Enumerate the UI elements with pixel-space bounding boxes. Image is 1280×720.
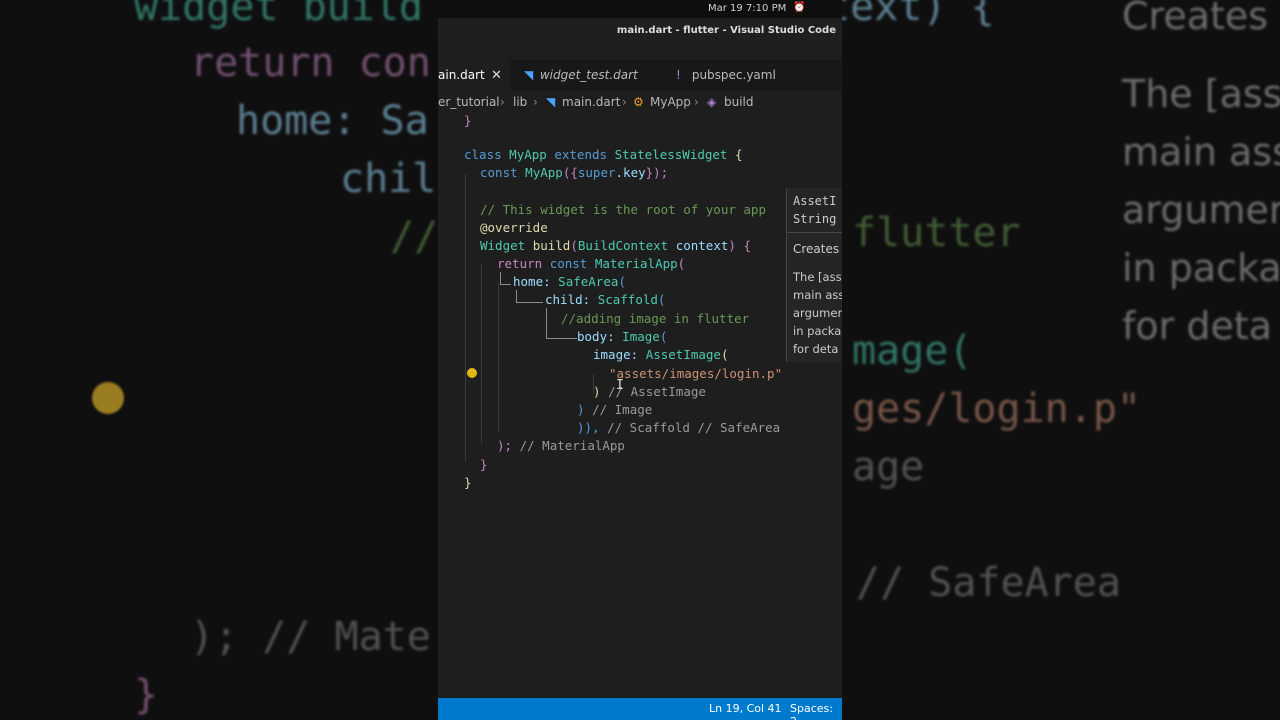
background-left-zoom: widget build return con home: Sa chil //…: [0, 0, 438, 720]
indentation-setting[interactable]: Spaces: 2: [790, 702, 842, 720]
bg-text: age: [852, 444, 925, 490]
hover-tooltip: AssetI String Creates The [ass main ass …: [786, 188, 842, 362]
alarm-icon: ⏰: [793, 2, 806, 13]
tab-pubspec[interactable]: ! pubspec.yaml: [676, 60, 776, 91]
breadcrumb-item[interactable]: build: [724, 95, 754, 109]
code-line: return const MaterialApp(: [497, 256, 686, 271]
code-line: }: [464, 113, 472, 128]
code-line: // This widget is the root of your app: [480, 202, 766, 217]
bg-text: in packa: [1122, 246, 1280, 290]
window-title: main.dart - flutter - Visual Studio Code: [616, 25, 836, 36]
chevron-right-icon: ›: [622, 95, 627, 109]
code-line: body: Image(: [577, 329, 668, 344]
bracket-tree-line: [500, 272, 511, 285]
bg-text: widget build: [134, 0, 423, 30]
tab-label: widget_test.dart: [539, 68, 638, 82]
code-line: child: Scaffold(: [545, 292, 666, 307]
code-line: }: [480, 457, 488, 472]
tab-label: pubspec.yaml: [691, 68, 776, 82]
bg-text: argumer: [1122, 188, 1280, 232]
flutter-icon: ◥: [546, 95, 556, 109]
bg-text: Creates: [1122, 0, 1269, 38]
code-line: @override: [480, 220, 548, 235]
breadcrumb-item[interactable]: lib: [513, 95, 527, 109]
bg-text: mage(: [852, 328, 973, 374]
lightbulb-icon[interactable]: [467, 368, 477, 378]
code-line: )), // Scaffold // SafeArea: [577, 420, 781, 435]
indent-guide: [498, 282, 499, 432]
breadcrumb-item[interactable]: MyApp: [650, 95, 691, 109]
flutter-icon: ◥: [524, 68, 534, 82]
bg-text: ); // Mate: [190, 614, 431, 660]
device-status-bar: Mar 19 7:10 PM ⏰: [438, 0, 842, 18]
class-icon: ⚙: [633, 95, 644, 109]
bg-text: home: Sa: [236, 98, 429, 144]
background-right-zoom: ntext) { Creates The [ass main ass argum…: [842, 0, 1280, 720]
code-line: ); // MaterialApp: [497, 438, 625, 453]
vscode-window: Mar 19 7:10 PM ⏰ main.dart - flutter - V…: [438, 0, 842, 720]
indent-guide: [481, 264, 482, 444]
exclamation-icon: !: [676, 68, 681, 82]
tooltip-signature: AssetI: [793, 194, 837, 208]
bg-text: }: [134, 672, 159, 718]
bg-text: ntext) {: [842, 0, 995, 30]
bg-text: chil: [340, 156, 437, 202]
chevron-right-icon: ›: [533, 95, 538, 109]
breadcrumb-item[interactable]: er_tutorial: [438, 95, 500, 109]
breadcrumb-item[interactable]: main.dart: [562, 95, 620, 109]
bg-text: // SafeArea: [856, 560, 1121, 606]
tooltip-signature: String: [793, 212, 837, 226]
tab-main-dart[interactable]: ain.dart ✕: [438, 60, 510, 91]
code-line: ) // Image: [577, 402, 653, 417]
tooltip-description: Creates: [793, 242, 840, 256]
tab-widget-test[interactable]: ◥ widget_test.dart: [524, 60, 638, 91]
code-editor[interactable]: } class MyApp extends StatelessWidget { …: [438, 112, 842, 700]
code-line: const MyApp({super.key});: [480, 165, 669, 180]
editor-tabs: ain.dart ✕ ◥ widget_test.dart ! pubspec.…: [438, 60, 842, 91]
divider: [787, 232, 842, 233]
editor-status-bar: Ln 19, Col 41 Spaces: 2: [438, 698, 842, 720]
cursor-position[interactable]: Ln 19, Col 41: [709, 702, 782, 715]
code-line: "assets/images/login.p": [609, 366, 783, 381]
indent-guide: [465, 174, 466, 462]
bg-text: main ass: [1122, 130, 1280, 174]
code-line: image: AssetImage(: [593, 347, 729, 362]
chevron-right-icon: ›: [500, 95, 505, 109]
code-line: //adding image in flutter: [561, 311, 750, 326]
code-line: Widget build(BuildContext context) {: [480, 238, 751, 253]
close-icon[interactable]: ✕: [491, 60, 502, 91]
tooltip-body: The [ass main ass argumen in packa for d…: [793, 270, 842, 356]
text-cursor-icon: I: [616, 378, 624, 393]
title-bar: main.dart - flutter - Visual Studio Code: [438, 18, 842, 44]
breadcrumb: er_tutorial › lib › ◥ main.dart › ⚙ MyAp…: [438, 94, 842, 112]
code-line: class MyApp extends StatelessWidget {: [464, 147, 743, 162]
code-line: ) // AssetImage: [593, 384, 706, 399]
bg-text: for deta: [1122, 304, 1273, 348]
method-icon: ◈: [707, 95, 717, 109]
lightbulb-icon: [92, 382, 124, 414]
clock: Mar 19 7:10 PM: [708, 3, 787, 14]
bg-text: //: [390, 214, 438, 260]
bg-text: ges/login.p": [852, 386, 1141, 432]
bracket-tree-line: [516, 290, 543, 303]
bg-text: The [ass: [1122, 72, 1280, 116]
code-line: }: [464, 475, 472, 490]
tab-label: ain.dart: [438, 68, 485, 82]
code-line: home: SafeArea(: [513, 274, 626, 289]
bg-text: return con: [190, 40, 431, 86]
bg-text: flutter: [852, 210, 1021, 256]
chevron-right-icon: ›: [694, 95, 699, 109]
